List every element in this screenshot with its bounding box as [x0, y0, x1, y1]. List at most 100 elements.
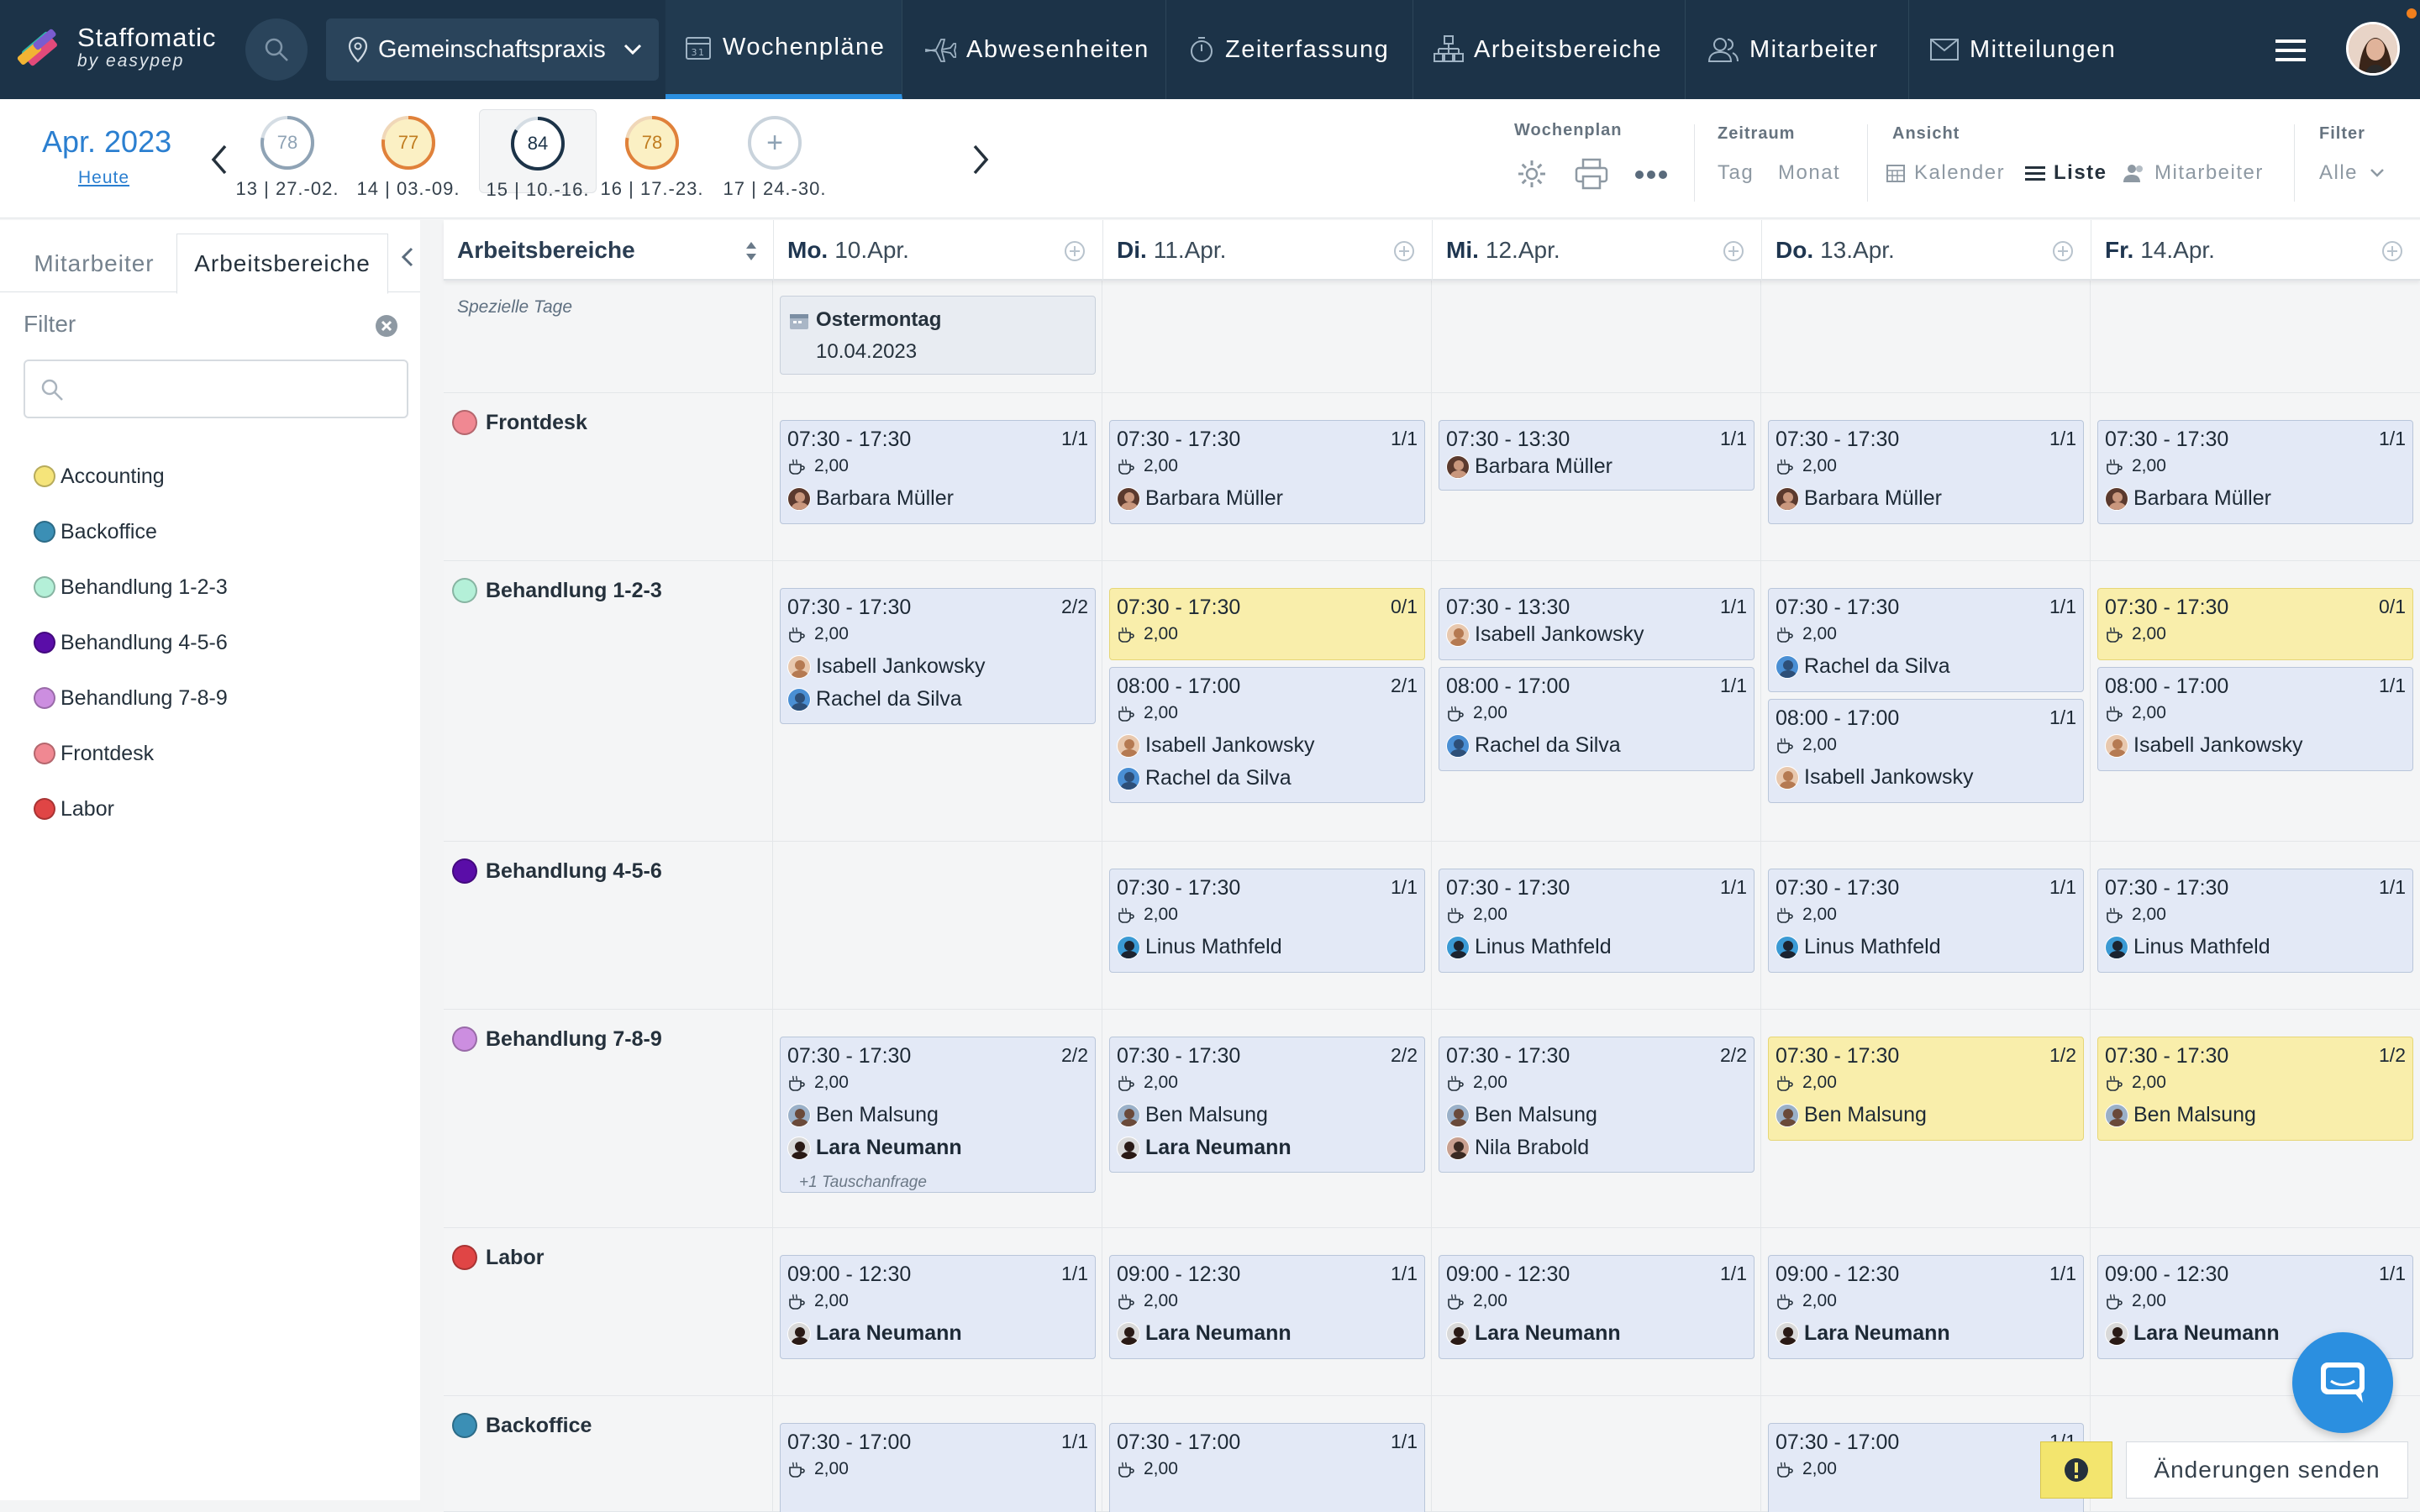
shift-card[interactable]: 07:30 - 17:30 1/2 2,00 Ben Malsung — [2097, 1037, 2413, 1141]
day-cell[interactable]: 07:30 - 17:30 2/2 2,00 Isabell Jankowsky Ra… — [773, 561, 1102, 841]
day-cell[interactable] — [1761, 281, 2091, 392]
day-cell[interactable]: 07:30 - 17:00 1/1 2,00 — [773, 1396, 1102, 1512]
assigned-employee[interactable]: Linus Mathfeld — [2105, 935, 2270, 959]
assigned-employee[interactable]: Lara Neumann — [787, 1136, 962, 1160]
week-16[interactable]: 78 16 | 17.-23. — [593, 114, 711, 200]
column-header-areas[interactable]: Arbeitsbereiche — [444, 220, 773, 281]
area-row-name[interactable]: Behandlung 1-2-3 — [452, 578, 662, 603]
add-shift-icon[interactable] — [1393, 240, 1415, 262]
tab-mitarbeiter[interactable]: Mitarbeiter — [13, 235, 175, 292]
assigned-employee[interactable]: Barbara Müller — [1117, 486, 1283, 511]
chat-support-button[interactable] — [2292, 1332, 2393, 1433]
area-item-behandlung-123[interactable]: Behandlung 1-2-3 — [34, 559, 228, 615]
day-cell[interactable] — [773, 842, 1102, 1009]
assigned-employee[interactable]: Lara Neumann — [1776, 1321, 1950, 1346]
today-link[interactable]: Heute — [78, 168, 129, 188]
assigned-employee[interactable]: Rachel da Silva — [1776, 654, 1950, 679]
area-row-name[interactable]: Behandlung 4-5-6 — [452, 858, 662, 884]
assigned-employee[interactable]: Lara Neumann — [2105, 1321, 2280, 1346]
assigned-employee[interactable]: Isabell Jankowsky — [2105, 733, 2302, 758]
shift-card[interactable]: 07:30 - 13:30 1/1 Barbara Müller — [1439, 420, 1754, 491]
week-13[interactable]: 78 13 | 27.-02. — [229, 114, 346, 200]
shift-card[interactable]: 08:00 - 17:00 2/1 2,00 Isabell Jankowsky Ra… — [1109, 667, 1425, 803]
current-month[interactable]: Apr. 2023 — [42, 124, 171, 160]
day-cell[interactable]: 07:30 - 17:30 0/1 2,00 08:00 - 17:00 2/1 2,… — [1102, 561, 1432, 841]
day-cell[interactable]: 07:30 - 17:30 1/1 2,00 Linus Mathfeld — [1102, 842, 1432, 1009]
shift-card[interactable]: 07:30 - 17:30 1/1 2,00 Linus Mathfeld — [2097, 869, 2413, 973]
shift-card[interactable]: 07:30 - 17:30 0/1 2,00 — [1109, 588, 1425, 660]
more-options-icon[interactable] — [1635, 170, 1667, 180]
area-item-behandlung-789[interactable]: Behandlung 7-8-9 — [34, 670, 228, 726]
day-cell[interactable]: 07:30 - 17:30 1/1 2,00 Linus Mathfeld — [1432, 842, 1761, 1009]
global-search-button[interactable] — [245, 18, 308, 81]
nav-mitarbeiter[interactable]: Mitarbeiter — [1687, 0, 1909, 99]
day-cell[interactable]: 07:30 - 17:30 0/1 2,00 08:00 - 17:00 1/1 2,… — [2091, 561, 2420, 841]
collapse-sidebar-icon[interactable] — [400, 245, 415, 269]
shift-card[interactable]: 07:30 - 17:30 1/1 2,00 Barbara Müller — [1768, 420, 2084, 524]
nav-zeiterfassung[interactable]: Zeiterfassung — [1168, 0, 1413, 99]
day-cell[interactable]: 07:30 - 17:30 1/1 2,00 Rachel da Silva 08:0… — [1761, 561, 2091, 841]
day-cell[interactable] — [1102, 281, 1432, 392]
column-header-day[interactable]: Mo. 10.Apr. — [773, 220, 1102, 281]
assigned-employee[interactable]: Ben Malsung — [1776, 1103, 1927, 1127]
zeitraum-monat[interactable]: Monat — [1778, 161, 1840, 185]
shift-card[interactable]: 07:30 - 17:30 1/1 2,00 Linus Mathfeld — [1768, 869, 2084, 973]
shift-card[interactable]: 08:00 - 17:00 1/1 2,00 Rachel da Silva — [1439, 667, 1754, 771]
day-cell[interactable]: 07:30 - 13:30 1/1 Barbara Müller — [1432, 393, 1761, 560]
assigned-employee[interactable]: Lara Neumann — [1117, 1321, 1292, 1346]
shift-card[interactable]: 07:30 - 17:30 1/1 2,00 Linus Mathfeld — [1109, 869, 1425, 973]
day-cell[interactable] — [1432, 281, 1761, 392]
assigned-employee[interactable]: Nila Brabold — [1446, 1136, 1589, 1160]
shift-card[interactable]: 07:30 - 17:00 1/1 2,00 — [780, 1423, 1096, 1512]
day-cell[interactable]: 07:30 - 13:30 1/1 Isabell Jankowsky 08:00 … — [1432, 561, 1761, 841]
ansicht-liste[interactable]: Liste — [2025, 161, 2107, 185]
area-item-behandlung-456[interactable]: Behandlung 4-5-6 — [34, 615, 228, 670]
area-row-name[interactable]: Labor — [452, 1245, 544, 1270]
day-cell[interactable]: 09:00 - 12:30 1/1 2,00 Lara Neumann — [1432, 1228, 1761, 1395]
column-header-day[interactable]: Do. 13.Apr. — [1761, 220, 2091, 281]
shift-card[interactable]: 07:30 - 17:30 1/1 2,00 Barbara Müller — [1109, 420, 1425, 524]
assigned-employee[interactable]: Ben Malsung — [1117, 1103, 1268, 1127]
assigned-employee[interactable]: Rachel da Silva — [1446, 733, 1621, 758]
shift-card[interactable]: 07:30 - 17:30 2/2 2,00 Ben Malsung Lara Neu… — [1109, 1037, 1425, 1173]
assigned-employee[interactable]: Isabell Jankowsky — [1776, 765, 1973, 790]
day-cell[interactable]: 07:30 - 17:30 1/1 2,00 Barbara Müller — [1761, 393, 2091, 560]
area-search-input[interactable] — [76, 371, 395, 408]
area-item-accounting[interactable]: Accounting — [34, 449, 228, 504]
week-17[interactable]: + 17 | 24.-30. — [716, 114, 834, 200]
area-item-frontdesk[interactable]: Frontdesk — [34, 726, 228, 781]
ansicht-mitarbeiter[interactable]: Mitarbeiter — [2123, 161, 2264, 185]
shift-card[interactable]: 07:30 - 17:30 1/1 2,00 Linus Mathfeld — [1439, 869, 1754, 973]
hamburger-menu-icon[interactable] — [2274, 37, 2307, 64]
area-item-backoffice[interactable]: Backoffice — [34, 504, 228, 559]
nav-wochenplaene[interactable]: 31 Wochenpläne — [666, 0, 902, 99]
tab-arbeitsbereiche[interactable]: Arbeitsbereiche — [176, 234, 388, 294]
holiday-card[interactable]: Ostermontag 10.04.2023 — [780, 296, 1096, 375]
day-cell[interactable]: 07:30 - 17:00 1/1 2,00 — [1102, 1396, 1432, 1512]
ansicht-kalender[interactable]: Kalender — [1886, 161, 2005, 185]
filter-dropdown[interactable]: Alle — [2319, 161, 2393, 185]
day-cell[interactable]: 07:30 - 17:30 1/2 2,00 Ben Malsung — [2091, 1010, 2420, 1227]
day-cell[interactable]: 07:30 - 17:30 2/2 2,00 Ben Malsung Nila Bra… — [1432, 1010, 1761, 1227]
assigned-employee[interactable]: Barbara Müller — [1776, 486, 1942, 511]
assigned-employee[interactable]: Barbara Müller — [2105, 486, 2271, 511]
add-shift-icon[interactable] — [1723, 240, 1744, 262]
assigned-employee[interactable]: Linus Mathfeld — [1446, 935, 1612, 959]
assigned-employee[interactable]: Lara Neumann — [787, 1321, 962, 1346]
shift-card[interactable]: 09:00 - 12:30 1/1 2,00 Lara Neumann — [1109, 1255, 1425, 1359]
shift-card[interactable]: 07:30 - 17:00 1/1 2,00 — [1109, 1423, 1425, 1512]
shift-card[interactable]: 07:30 - 17:30 1/1 2,00 Barbara Müller — [780, 420, 1096, 524]
day-cell[interactable]: 09:00 - 12:30 1/1 2,00 Lara Neumann — [773, 1228, 1102, 1395]
assigned-employee[interactable]: Linus Mathfeld — [1117, 935, 1282, 959]
shift-card[interactable]: 09:00 - 12:30 1/1 2,00 Lara Neumann — [780, 1255, 1096, 1359]
day-cell[interactable]: 07:30 - 17:30 1/1 2,00 Barbara Müller — [1102, 393, 1432, 560]
staffomatic-logo[interactable]: Staffomatic by easypep — [15, 24, 217, 72]
assigned-employee[interactable]: Lara Neumann — [1117, 1136, 1292, 1160]
gear-icon[interactable] — [1516, 158, 1548, 190]
day-cell[interactable]: 07:30 - 17:30 1/1 2,00 Barbara Müller — [773, 393, 1102, 560]
assigned-employee[interactable]: Ben Malsung — [787, 1103, 939, 1127]
shift-card[interactable]: 07:30 - 17:30 2/2 2,00 Isabell Jankowsky Ra… — [780, 588, 1096, 724]
next-week-icon[interactable] — [970, 143, 992, 176]
column-header-day[interactable]: Mi. 12.Apr. — [1432, 220, 1761, 281]
shift-card[interactable]: 07:30 - 17:30 2/2 2,00 Ben Malsung Nila Bra… — [1439, 1037, 1754, 1173]
